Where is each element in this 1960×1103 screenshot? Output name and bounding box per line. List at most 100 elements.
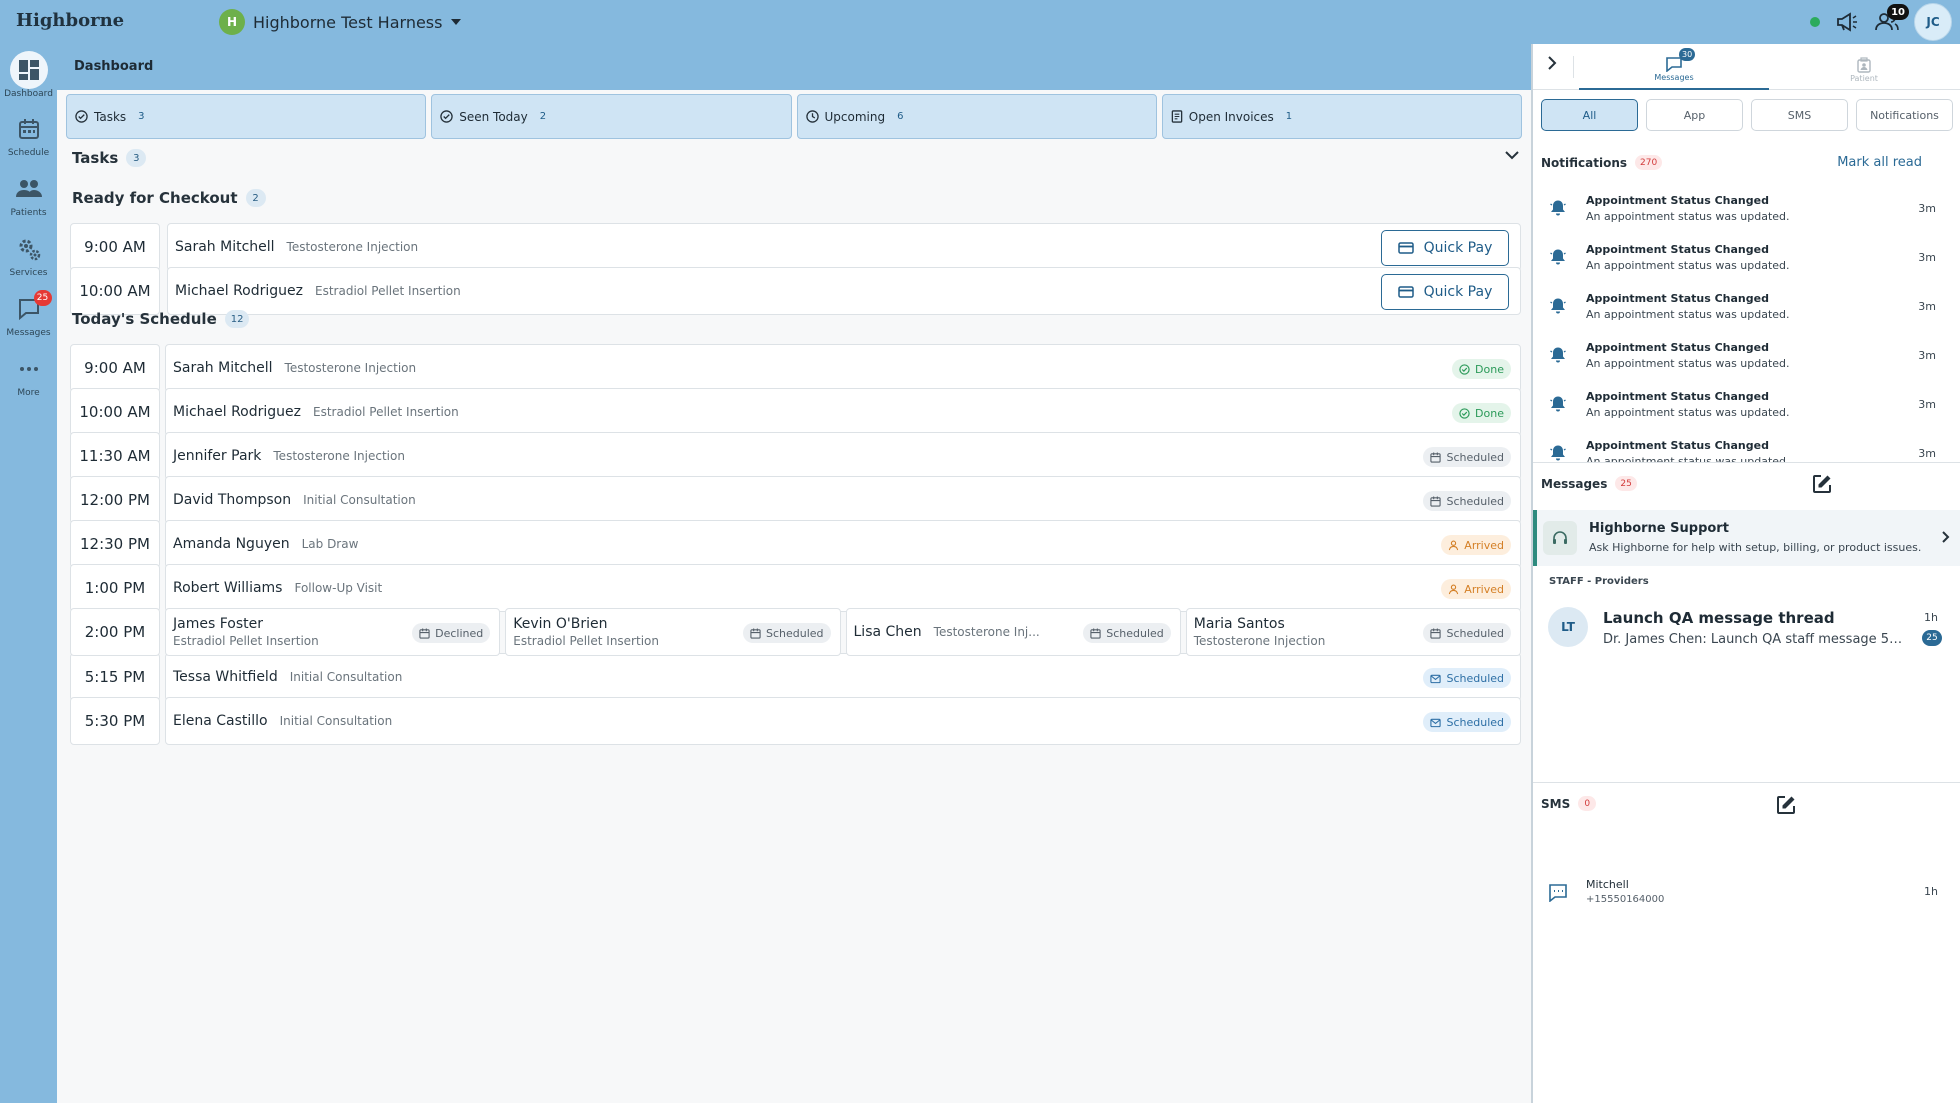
- service-name: Initial Consultation: [303, 493, 416, 507]
- credit-card-icon: [1397, 286, 1414, 298]
- appointment-card[interactable]: Lisa Chen Testosterone Inj... Scheduled: [845, 608, 1181, 656]
- appointment-card[interactable]: Michael Rodriguez Estradiol Pellet Insert…: [165, 388, 1521, 436]
- notification-time: 3m: [1918, 447, 1936, 460]
- team-badge: 10: [1887, 4, 1909, 20]
- top-actions: 10 JC: [1810, 2, 1952, 42]
- appointment-card[interactable]: David Thompson Initial Consultation Schedu…: [165, 476, 1521, 524]
- count-pill: 270: [1635, 155, 1663, 170]
- calendar-icon: [750, 627, 761, 639]
- app-logo[interactable]: Highborne: [16, 10, 124, 31]
- schedule-row: 5:30 PM Elena Castillo Initial Consultatio…: [70, 697, 1521, 745]
- mark-all-read-link[interactable]: Mark all read: [1837, 155, 1922, 170]
- status-badge: Scheduled: [742, 623, 831, 643]
- online-status-icon: [1810, 17, 1820, 27]
- sms-conversation[interactable]: Mitchell +15550164000 1h: [1533, 872, 1960, 914]
- stat-seen-today[interactable]: Seen Today 2: [431, 94, 792, 139]
- appointment-card[interactable]: Kevin O'Brien Estradiol Pellet Insertion S…: [505, 608, 841, 656]
- status-label: Arrived: [1464, 538, 1504, 552]
- stat-upcoming[interactable]: Upcoming 6: [796, 94, 1157, 139]
- stat-tasks[interactable]: Tasks 3: [66, 94, 427, 139]
- notifications-list[interactable]: Appointment Status Changed An appointment…: [1533, 184, 1960, 462]
- compose-icon: [1813, 475, 1831, 493]
- filter-app[interactable]: App: [1646, 99, 1743, 131]
- chevron-right-icon: [1548, 56, 1557, 70]
- stat-count: 3: [138, 111, 145, 122]
- message-thread[interactable]: LT Launch QA message thread Dr. James Ch…: [1533, 592, 1960, 658]
- bell-icon: [1549, 444, 1567, 462]
- appointment-card[interactable]: Jennifer Park Testosterone Injection Sched…: [165, 432, 1521, 480]
- appointment-card[interactable]: Amanda Nguyen Lab Draw Arrived: [165, 520, 1521, 568]
- tab-messages[interactable]: Messages 30: [1579, 48, 1769, 90]
- org-name: Highborne Test Harness: [253, 12, 443, 32]
- notification-item[interactable]: Appointment Status Changed An appointment…: [1533, 331, 1960, 380]
- nav-messages[interactable]: 25 Messages: [0, 290, 57, 338]
- compose-message-button[interactable]: [1812, 474, 1832, 494]
- quick-pay-button[interactable]: Quick Pay: [1381, 230, 1509, 266]
- nav-more[interactable]: More: [0, 350, 57, 398]
- appointment-card[interactable]: Sarah Mitchell Testosterone Injection Qu…: [167, 223, 1521, 271]
- tab-patient[interactable]: Patient: [1769, 50, 1959, 90]
- notification-time: 3m: [1918, 202, 1936, 215]
- bell-icon: [1549, 248, 1567, 266]
- status-badge: Scheduled: [1423, 447, 1511, 467]
- tab-label: Messages: [1654, 72, 1694, 82]
- appointment-card[interactable]: James Foster Estradiol Pellet Insertion De…: [165, 608, 501, 656]
- nav-schedule[interactable]: Schedule: [0, 110, 57, 158]
- notification-time: 3m: [1918, 251, 1936, 264]
- compose-sms-button[interactable]: [1776, 795, 1796, 815]
- support-thread[interactable]: Highborne Support Ask Highborne for help…: [1533, 510, 1960, 566]
- support-name: Highborne Support: [1589, 521, 1729, 536]
- service-name: Testosterone Injection: [273, 449, 405, 463]
- appointment-card[interactable]: Maria Santos Testosterone Injection Schedu…: [1185, 608, 1521, 656]
- notification-body: An appointment status was updated.: [1586, 406, 1790, 419]
- service-name: Lab Draw: [301, 537, 359, 551]
- nav-dashboard[interactable]: Dashboard: [0, 51, 57, 99]
- patient-name: Amanda Nguyen: [173, 536, 290, 552]
- status-badge: Done: [1452, 403, 1511, 423]
- service-name: Testosterone Injection: [1193, 634, 1326, 648]
- nav-patients[interactable]: Patients: [0, 170, 57, 218]
- user-avatar[interactable]: JC: [1914, 3, 1952, 41]
- filter-notifications[interactable]: Notifications: [1856, 99, 1953, 131]
- stat-open-invoices[interactable]: Open Invoices 1: [1161, 94, 1522, 139]
- notification-item[interactable]: Appointment Status Changed An appointment…: [1533, 184, 1960, 233]
- status-badge: Scheduled: [1083, 623, 1171, 643]
- appointment-card[interactable]: Sarah Mitchell Testosterone Injection Done: [165, 344, 1521, 392]
- service-name: Estradiol Pellet Insertion: [173, 634, 319, 648]
- status-badge: Scheduled: [1423, 623, 1511, 643]
- collapse-tasks-button[interactable]: [1505, 151, 1519, 160]
- nav-label: Messages: [6, 328, 51, 338]
- patient-name: Michael Rodriguez: [175, 283, 303, 299]
- notification-item[interactable]: Appointment Status Changed An appointment…: [1533, 233, 1960, 282]
- appointment-card[interactable]: Michael Rodriguez Estradiol Pellet Inser…: [167, 267, 1521, 315]
- notification-item[interactable]: Appointment Status Changed An appointment…: [1533, 282, 1960, 331]
- org-switcher[interactable]: H Highborne Test Harness: [219, 9, 462, 35]
- stat-count: 2: [539, 111, 547, 122]
- filter-all[interactable]: All: [1541, 99, 1638, 131]
- time-slot: 5:15 PM: [70, 653, 160, 701]
- patient-name: Kevin O'Brien: [513, 616, 608, 632]
- notification-item[interactable]: Appointment Status Changed An appointment…: [1533, 429, 1960, 462]
- time-slot: 9:00 AM: [70, 344, 160, 392]
- appointment-card[interactable]: Elena Castillo Initial Consultation Schedu…: [165, 697, 1521, 745]
- time-slot: 12:30 PM: [70, 520, 160, 568]
- check-circle-icon: [440, 110, 453, 123]
- collapse-panel-button[interactable]: [1547, 55, 1557, 71]
- status-label: Declined: [435, 626, 484, 640]
- section-title: SMS: [1541, 796, 1571, 811]
- team-button[interactable]: 10: [1874, 4, 1909, 35]
- appointment-card[interactable]: Tessa Whitfield Initial Consultation Sched…: [165, 653, 1521, 701]
- thread-group-label: STAFF - Providers: [1549, 576, 1649, 587]
- filter-sms[interactable]: SMS: [1751, 99, 1848, 131]
- status-badge: Declined: [412, 623, 491, 643]
- section-title: Notifications: [1541, 155, 1628, 170]
- unread-badge: 25: [1922, 630, 1942, 646]
- notification-title: Appointment Status Changed: [1586, 243, 1769, 256]
- thread-avatar: LT: [1548, 607, 1588, 647]
- announcements-button[interactable]: [1834, 9, 1860, 35]
- notification-item[interactable]: Appointment Status Changed An appointment…: [1533, 380, 1960, 429]
- nav-services[interactable]: Services: [0, 230, 57, 278]
- appointment-card[interactable]: Robert Williams Follow-Up Visit Arrived: [165, 564, 1521, 612]
- status-badge: Scheduled: [1423, 491, 1511, 511]
- quick-pay-button[interactable]: Quick Pay: [1381, 274, 1509, 310]
